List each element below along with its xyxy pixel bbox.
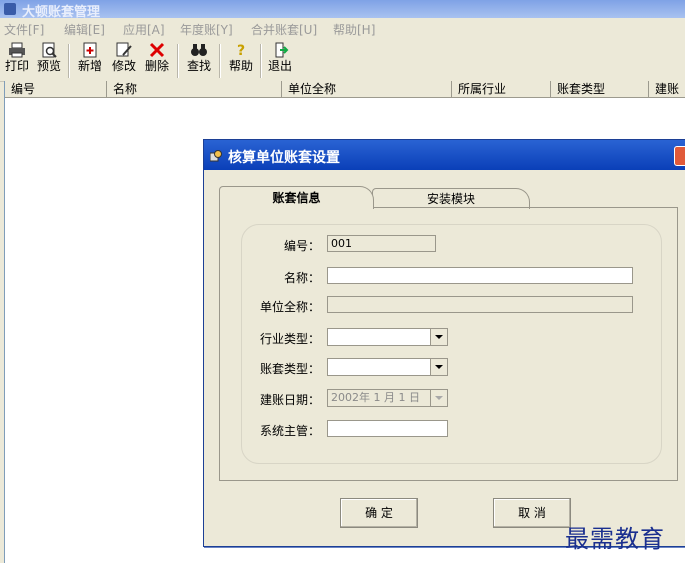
industry-dropdown[interactable] xyxy=(327,328,448,346)
dialog-app-icon xyxy=(209,150,222,162)
industry-label: 行业类型： xyxy=(259,332,320,346)
delete-icon xyxy=(148,42,166,58)
date-value: 2002年 1 月 1 日 xyxy=(331,391,420,404)
add-button[interactable]: 新增 xyxy=(76,42,104,78)
menu-bar: 文件[F] 编辑[E] 应用[A] 年度账[Y] 合并账套[U] 帮助[H] xyxy=(0,18,685,38)
exit-label: 退出 xyxy=(267,59,292,73)
print-button[interactable]: 打印 xyxy=(3,42,31,78)
menu-help[interactable]: 帮助[H] xyxy=(333,21,375,38)
fullname-field[interactable] xyxy=(327,296,633,313)
add-label: 新增 xyxy=(77,59,102,73)
account-setup-dialog: 核算单位账套设置 账套信息 安装模块 编号： 001 名称： 单位全称： 行业类… xyxy=(203,139,685,547)
tab-install-modules[interactable]: 安装模块 xyxy=(372,188,530,209)
date-picker[interactable]: 2002年 1 月 1 日 xyxy=(327,389,448,407)
toolbar-separator xyxy=(219,44,221,78)
help-icon: ? xyxy=(232,42,250,59)
menu-apply[interactable]: 应用[A] xyxy=(123,21,165,38)
help-label: 帮助 xyxy=(228,59,253,73)
delete-button[interactable]: 删除 xyxy=(143,42,171,78)
edit-button[interactable]: 修改 xyxy=(110,42,138,78)
preview-button[interactable]: 预览 xyxy=(35,42,63,78)
dialog-title: 核算单位账套设置 xyxy=(228,150,340,166)
edit-icon xyxy=(115,42,133,58)
ok-button[interactable]: 确 定 xyxy=(340,498,418,528)
manager-field[interactable] xyxy=(327,420,448,437)
find-label: 查找 xyxy=(186,59,211,73)
close-icon[interactable] xyxy=(674,146,685,166)
manager-label: 系统主管： xyxy=(259,424,320,438)
name-field[interactable] xyxy=(327,267,633,284)
help-button[interactable]: ? 帮助 xyxy=(227,42,255,78)
grid-header: 编号 名称 单位全称 所属行业 账套类型 建账 xyxy=(5,81,685,98)
exit-button[interactable]: 退出 xyxy=(266,42,294,78)
chevron-down-icon[interactable] xyxy=(430,359,447,375)
tab-account-info[interactable]: 账套信息 xyxy=(219,186,374,209)
code-label: 编号： xyxy=(283,239,320,253)
date-label: 建账日期： xyxy=(259,393,320,407)
print-label: 打印 xyxy=(4,59,29,73)
toolbar: 打印 预览 新增 修改 删除 查找 ? 帮助 退出 xyxy=(0,38,685,82)
chevron-down-icon[interactable] xyxy=(430,329,447,345)
menu-file[interactable]: 文件[F] xyxy=(4,21,44,38)
cancel-button[interactable]: 取 消 xyxy=(493,498,571,528)
menu-annual[interactable]: 年度账[Y] xyxy=(180,21,233,38)
preview-icon xyxy=(40,42,58,58)
toolbar-separator xyxy=(260,44,262,78)
menu-edit[interactable]: 编辑[E] xyxy=(64,21,105,38)
toolbar-separator xyxy=(177,44,179,78)
fullname-label: 单位全称： xyxy=(259,300,320,314)
column-header-date[interactable]: 建账 xyxy=(649,81,685,97)
column-header-name[interactable]: 名称 xyxy=(107,81,282,97)
booktype-label: 账套类型： xyxy=(259,362,320,376)
booktype-dropdown[interactable] xyxy=(327,358,448,376)
main-titlebar[interactable]: 大顿账套管理 xyxy=(0,0,685,20)
preview-label: 预览 xyxy=(36,59,61,73)
column-header-industry[interactable]: 所属行业 xyxy=(452,81,551,97)
edit-label: 修改 xyxy=(111,59,136,73)
name-label: 名称： xyxy=(283,271,320,285)
menu-merge[interactable]: 合并账套[U] xyxy=(251,21,317,38)
find-button[interactable]: 查找 xyxy=(185,42,213,78)
printer-icon xyxy=(8,42,26,58)
chevron-down-icon[interactable] xyxy=(430,390,447,406)
toolbar-separator xyxy=(68,44,70,78)
account-info-panel: 编号： 001 名称： 单位全称： 行业类型： 账套类型： 建账日期： 2002… xyxy=(219,207,678,481)
column-header-booktype[interactable]: 账套类型 xyxy=(551,81,649,97)
dialog-titlebar[interactable]: 核算单位账套设置 xyxy=(204,140,685,170)
exit-icon xyxy=(271,42,289,58)
column-header-code[interactable]: 编号 xyxy=(5,81,107,97)
column-header-fullname[interactable]: 单位全称 xyxy=(282,81,452,97)
binoculars-icon xyxy=(190,42,208,58)
svg-text:?: ? xyxy=(237,43,245,58)
watermark: 最需教育 xyxy=(565,525,665,553)
app-icon xyxy=(4,3,16,15)
code-field[interactable]: 001 xyxy=(327,235,436,252)
add-icon xyxy=(81,42,99,58)
delete-label: 删除 xyxy=(144,59,169,73)
